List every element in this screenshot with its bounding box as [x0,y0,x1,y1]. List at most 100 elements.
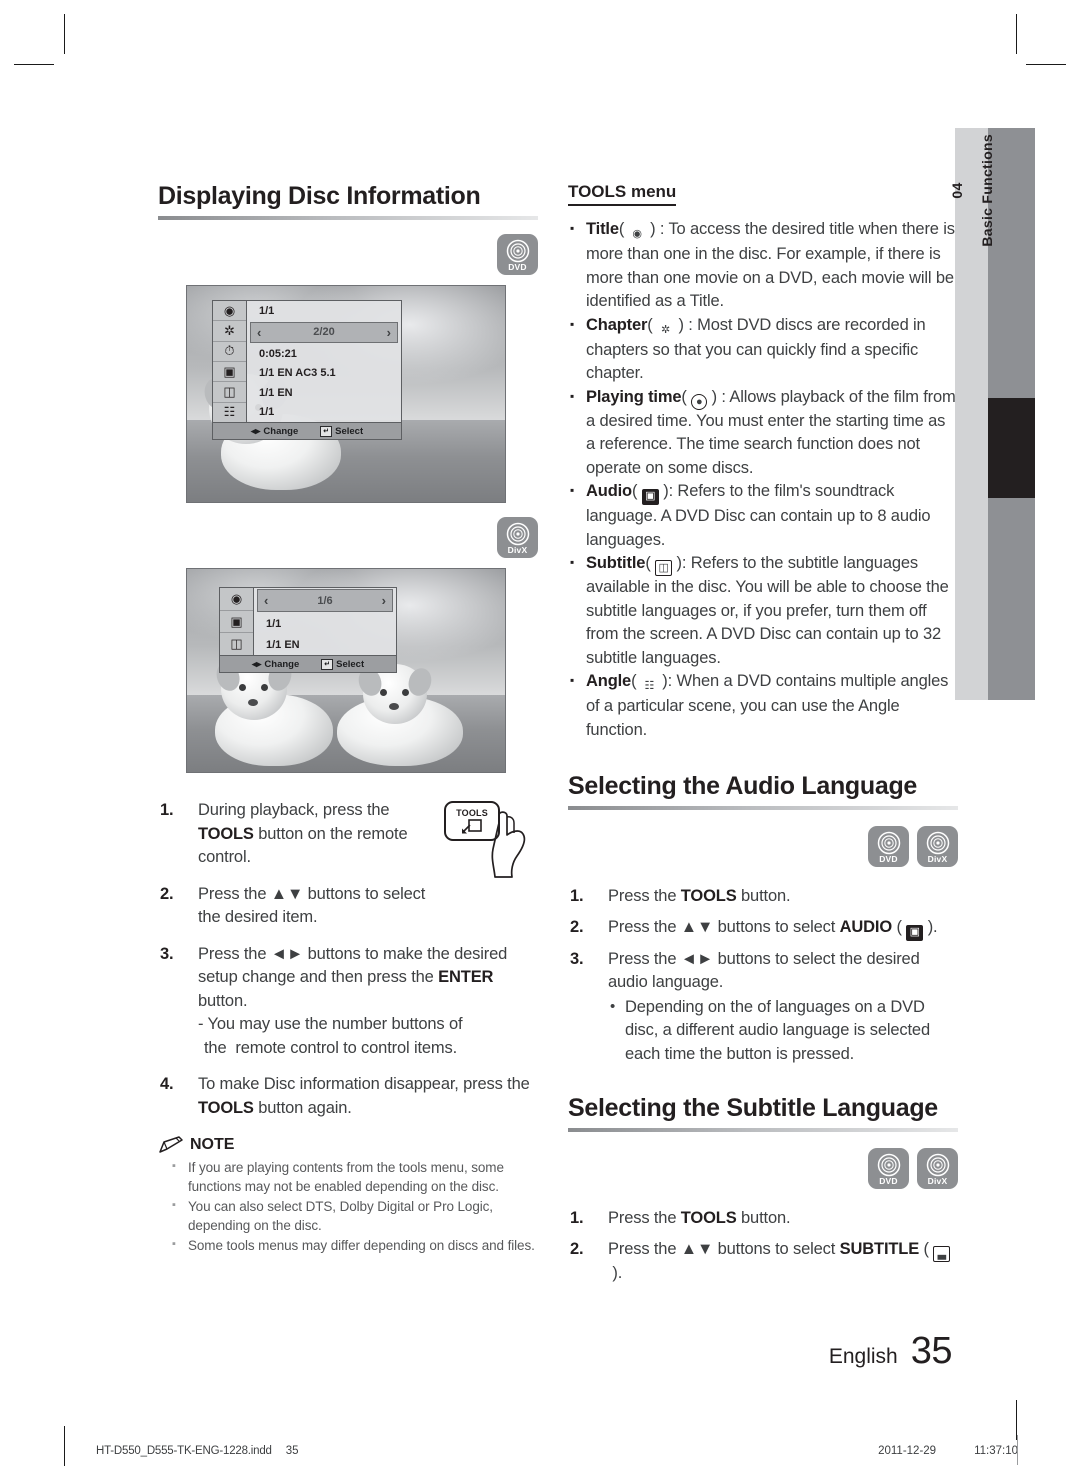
osd-row[interactable]: 1/1 EN [247,383,401,403]
pencil-icon [159,1136,183,1153]
print-footer-rule [1017,1435,1018,1465]
right-column: TOOLS menu Title( ◉ ) : To access the de… [568,182,958,1298]
note-item: Some tools menus may differ depending on… [158,1235,538,1255]
osd-row[interactable]: 1/1 EN [254,634,396,655]
tools-menu-list: Title( ◉ ) : To access the desired title… [568,217,958,742]
crop-mark-tr-h [1026,64,1066,65]
media-badge-divx-label: DivX [927,853,948,864]
media-badge-divx: DivX [917,826,958,867]
chapter-tab-text: Basic Functions 04 [949,128,995,700]
osd-panel-1-icons: ◉ ✲ ⏱ ▣ ◫ ☷ [213,301,247,422]
step-number: 3. [570,949,584,968]
page-footer: English 35 [0,1330,1080,1373]
audio-language-section: Selecting the Audio Language DVD DivX 1.… [568,772,958,1066]
chapter-tab-label: Basic Functions [978,134,995,247]
chevron-left-icon[interactable]: ‹ [257,325,261,340]
audio-icon: ▣ [641,489,659,505]
osd-row-value: 1/1 EN [266,638,300,651]
osd-row-value: 1/1 [259,406,275,419]
chapter-icon: ✲ [213,321,246,342]
playing-time-icon: ● [691,393,708,410]
manual-page: Basic Functions 04 Displaying Disc Infor… [0,0,1080,1479]
step-text: Press the TOOLS button. [608,887,791,905]
tools-menu-title: TOOLS menu [568,182,677,206]
osd-change-hint: ◂▸ Change [251,426,298,437]
media-badge-dvd-label: DVD [879,853,898,864]
tools-item-term: Playing time [586,387,682,406]
osd-row[interactable]: 1/1 [247,301,401,321]
step-number: 1. [570,887,584,905]
tools-item-term: Title [586,220,619,238]
print-footer: HT-D550_D555-TK-ENG-1228.indd 35 2011-12… [0,1445,1080,1457]
osd-panel-2-icons: ◉ ▣ ◫ [220,588,254,655]
puppy-eye-left-2a [239,684,246,691]
step-text: Press the ◄► buttons to select the desir… [608,950,958,1067]
osd-panel-1-rows: 1/1 ‹ 2/20 › 0:05:21 1/1 EN AC3 5.1 1/1 … [247,301,401,422]
media-badge-dvd: DVD [497,234,538,275]
title-icon: ◉ [213,301,246,322]
subtitle-icon: ◫ [213,382,246,403]
enter-key-icon: ↵ [321,658,334,670]
footer-language: English [828,1345,898,1368]
media-badge-divx: DivX [917,1148,958,1189]
osd-screenshot-1: ◉ ✲ ⏱ ▣ ◫ ☷ 1/1 ‹ 2/20 › 0:05:21 1/1 EN … [186,285,506,503]
left-steps-list: 1. During playback, press the TOOLS butt… [158,799,538,1120]
step-item: 1. Press the TOOLS button. [568,1207,958,1231]
chapter-icon: ✲ [661,323,671,336]
osd-row-selected[interactable]: ‹ 2/20 › [250,321,398,343]
subtitle-section-rule [568,1128,958,1132]
tools-item-term: Angle [586,672,632,690]
title-icon: ◉ [632,228,642,240]
osd-row-value: 1/1 [266,617,282,630]
osd-row[interactable]: 1/1 [247,403,401,423]
osd-change-label: Change [264,658,300,670]
left-right-arrows-icon: ◂▸ [250,425,261,437]
disc-icon [877,1153,900,1176]
note-item: If you are playing contents from the too… [158,1157,538,1196]
osd-change-label: Change [263,425,299,437]
osd-panel-1-footer: ◂▸ Change ↵ Select [213,422,401,439]
left-steps-block: TOOLS 1. During playback, press the TOOL… [158,799,538,1120]
puppy-eye-right-2b [402,689,409,696]
step-text: Press the ▲▼ buttons to select AUDIO ( ▣… [608,918,938,941]
step-item: 2. Press the ▲▼ buttons to select the de… [158,883,538,930]
note-heading: NOTE [158,1136,538,1154]
puppy-nose-2a [248,699,258,706]
osd-row[interactable]: 0:05:21 [247,344,401,364]
tools-item-title: Title( ◉ ) : To access the desired title… [568,217,958,314]
tools-item-subtitle: Subtitle( ◫ ): Refers to the subtitle la… [568,551,958,670]
chevron-left-icon[interactable]: ‹ [264,593,268,608]
tools-item-term: Subtitle [586,554,646,572]
step-text: During playback, press the TOOLS button … [198,801,408,866]
puppy-eye-left-2b [380,689,387,696]
step-text: Press the ◄► buttons to make the desired… [198,944,508,1057]
tools-item-angle: Angle( ☷ ): When a DVD contains multiple… [568,669,958,742]
osd-row-value: 1/1 [259,304,275,317]
step-item: 2. Press the ▲▼ buttons to select AUDIO … [568,916,958,941]
chevron-right-icon[interactable]: › [382,593,386,608]
subtitle-section-title: Selecting the Subtitle Language [568,1094,938,1122]
subtitle-icon: ◫ [230,636,243,652]
osd-row[interactable]: 1/1 EN AC3 5.1 [247,364,401,384]
audio-steps-list: 1. Press the TOOLS button. 2. Press the … [568,885,958,1066]
osd-row[interactable]: 1/1 [254,613,396,634]
osd-change-hint: ◂▸ Change [252,659,299,670]
step-item: 4. To make Disc information disappear, p… [158,1073,538,1120]
step-text: Press the ▲▼ buttons to select the desir… [198,884,426,927]
media-badge-dvd: DVD [868,826,909,867]
step-number: 3. [160,944,174,963]
print-footer-filename: HT-D550_D555-TK-ENG-1228.indd [96,1445,272,1457]
disc-icon [926,831,949,854]
puppy-nose-2b [389,703,399,710]
step-item: 1. During playback, press the TOOLS butt… [158,799,538,870]
osd-screenshot-2: ◉ ▣ ◫ ‹ 1/6 › 1/1 1/1 EN ◂▸ Change ↵ Sel… [186,568,506,773]
osd-row-value: 1/1 EN [259,386,293,399]
osd-select-hint: ↵ Select [320,425,363,437]
chevron-right-icon[interactable]: › [387,325,391,340]
step-item: 2. Press the ▲▼ buttons to select SUBTIT… [568,1238,958,1286]
media-badge-dvd-label: DVD [508,261,527,272]
playing-time-icon: ⏱ [213,342,246,362]
angle-icon: ☷ [223,404,236,420]
osd-row-selected[interactable]: ‹ 1/6 › [257,589,393,612]
media-badge-divx: DivX [497,517,538,558]
